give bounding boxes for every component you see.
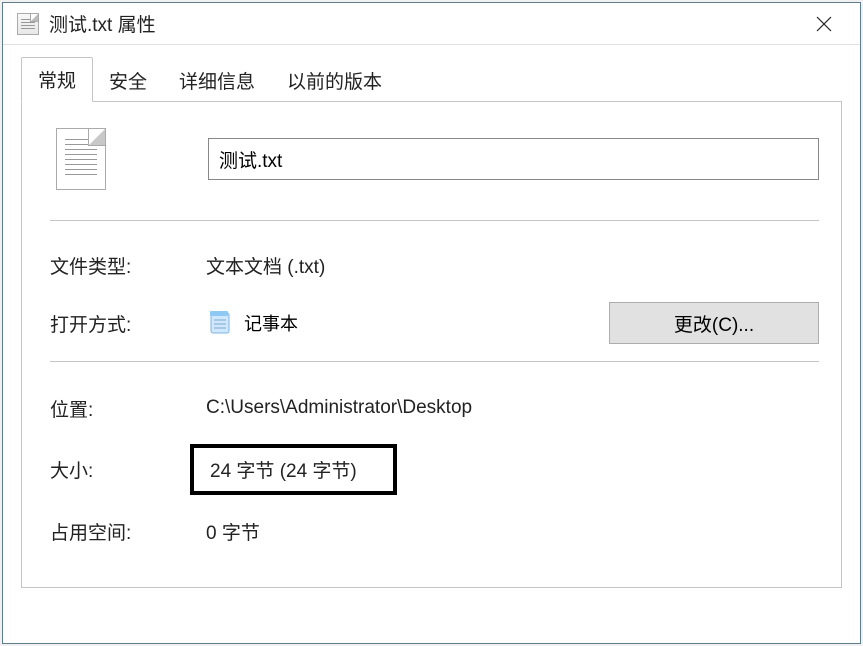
notepad-icon [206,309,234,337]
divider [50,361,819,362]
tab-general[interactable]: 常规 [21,57,93,102]
file-header [50,128,819,190]
tab-bar: 常规 安全 详细信息 以前的版本 [21,57,842,101]
close-icon [816,16,832,32]
row-filetype: 文件类型: 文本文档 (.txt) [50,243,819,287]
label-opens-with: 打开方式: [50,310,206,337]
label-size: 大小: [50,456,206,483]
tab-panel-general: 文件类型: 文本文档 (.txt) 打开方式: 记事本 [21,101,842,588]
titlebar: 测试.txt 属性 [3,3,860,45]
properties-dialog: 测试.txt 属性 常规 安全 详细信息 以前的版本 文件类型: 文本文档 (.… [2,2,861,644]
row-opens-with: 打开方式: 记事本 更改(C)... [50,301,819,345]
tab-previous-versions[interactable]: 以前的版本 [271,59,398,102]
value-size: 24 字节 (24 字节) [210,461,357,482]
content-area: 常规 安全 详细信息 以前的版本 文件类型: 文本文档 (.txt) 打开方式: [3,45,860,643]
label-filetype: 文件类型: [50,252,206,279]
filename-input[interactable] [208,138,819,180]
change-button[interactable]: 更改(C)... [609,302,819,344]
opens-with-value: 记事本 [206,309,609,337]
size-highlight: 24 字节 (24 字节) [190,444,397,495]
row-size: 大小: 24 字节 (24 字节) [50,444,819,495]
divider [50,220,819,221]
row-location: 位置: C:\Users\Administrator\Desktop [50,386,819,430]
close-button[interactable] [796,4,852,44]
label-size-on-disk: 占用空间: [50,518,206,545]
label-location: 位置: [50,395,206,422]
file-icon [17,13,39,35]
opens-with-app: 记事本 [244,310,298,336]
value-filetype: 文本文档 (.txt) [206,252,819,279]
value-location: C:\Users\Administrator\Desktop [206,397,819,419]
value-size-on-disk: 0 字节 [206,518,819,545]
window-title: 测试.txt 属性 [49,10,796,37]
row-size-on-disk: 占用空间: 0 字节 [50,509,819,553]
tab-security[interactable]: 安全 [93,59,163,102]
tab-details[interactable]: 详细信息 [163,59,271,102]
document-icon [56,128,106,190]
value-size-wrapper: 24 字节 (24 字节) [206,444,819,495]
